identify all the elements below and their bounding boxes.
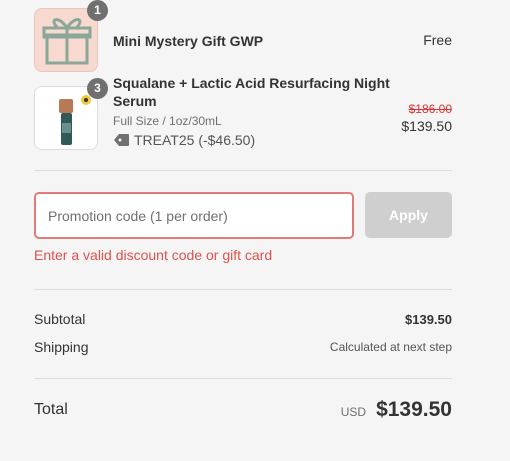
apply-button[interactable]: Apply <box>365 192 452 238</box>
total-row: Total USD $139.50 <box>34 398 452 422</box>
item-price: $139.50 <box>401 118 452 134</box>
total-label: Total <box>34 401 68 418</box>
shipping-row: Shipping Calculated at next step <box>34 339 452 355</box>
item-name: Mini Mystery Gift GWP <box>113 33 264 49</box>
subtotal-value: $139.50 <box>405 311 452 327</box>
item-thumbnail-wrapper: 1 <box>34 0 108 72</box>
shipping-label: Shipping <box>34 339 89 355</box>
item-variant: Full Size / 1oz/30mL <box>113 114 222 128</box>
original-price: $186.00 <box>408 102 452 116</box>
shipping-value: Calculated at next step <box>329 340 452 354</box>
tag-icon <box>114 134 129 146</box>
total-value: $139.50 <box>376 398 452 421</box>
item-name-line2: Serum <box>113 93 157 109</box>
quantity-badge: 1 <box>87 0 108 21</box>
item-price-block: $186.00 $139.50 <box>401 102 452 134</box>
gift-thumbnail <box>34 8 98 72</box>
divider <box>34 170 452 171</box>
quantity-badge: 3 <box>87 78 108 99</box>
divider <box>34 378 452 379</box>
serum-thumbnail <box>34 86 98 150</box>
total-value-block: USD $139.50 <box>341 398 452 422</box>
gift-icon <box>42 18 92 65</box>
subtotal-row: Subtotal $139.50 <box>34 311 452 327</box>
promotion-code-input[interactable] <box>34 192 354 239</box>
item-thumbnail-wrapper: 3 <box>34 78 108 150</box>
discount-code: TREAT25 (-$46.50) <box>134 132 256 148</box>
currency-code: USD <box>340 405 367 419</box>
discount-line: TREAT25 (-$46.50) <box>113 132 393 148</box>
divider <box>34 289 452 290</box>
item-name-line1: Squalane + Lactic Acid Resurfacing Night <box>113 75 390 91</box>
item-details: Squalane + Lactic Acid Resurfacing Night… <box>113 74 393 148</box>
serum-bottle-icon <box>59 95 91 145</box>
item-price: Free <box>423 32 452 48</box>
subtotal-label: Subtotal <box>34 311 86 327</box>
promo-error-message: Enter a valid discount code or gift card <box>34 247 273 263</box>
